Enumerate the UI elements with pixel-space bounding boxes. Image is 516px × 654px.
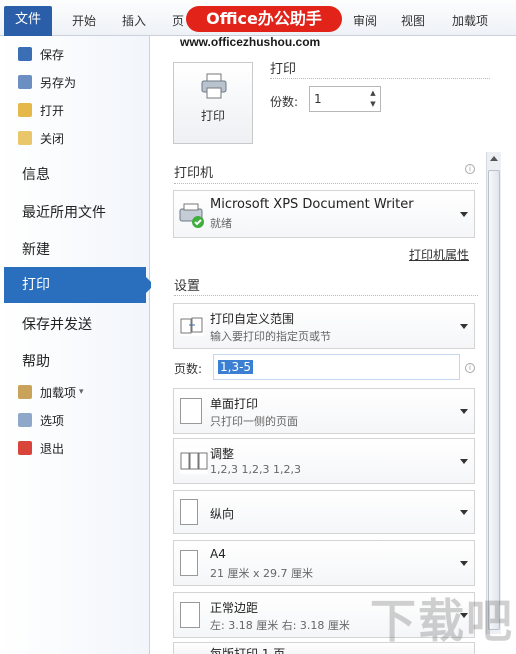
settings-section-title: 设置 <box>174 279 201 294</box>
sidebar-item-label: 另存为 <box>40 75 77 90</box>
sidebar-item-print[interactable]: 打印 <box>4 267 154 303</box>
save-as-icon <box>18 75 32 89</box>
collate-subtitle: 1,2,3 1,2,3 1,2,3 <box>210 463 301 476</box>
margins-title: 正常边距 <box>210 601 259 615</box>
paper-size-icon <box>180 550 198 576</box>
backstage-sidebar: 保存 另存为 打开 关闭 信息 最近所用文件 新建 保存并发送 帮助 加载项 ▾… <box>0 36 150 654</box>
spin-down-icon[interactable]: ▼ <box>368 99 378 109</box>
sidebar-item-info[interactable]: 信息 <box>22 164 50 184</box>
custom-range-icon <box>180 316 204 336</box>
sides-title: 单面打印 <box>210 397 259 411</box>
pages-value: 1,3-5 <box>218 360 254 374</box>
sidebar-item-save-as[interactable]: 另存为 <box>18 72 76 92</box>
brand-badge: Office办公助手 <box>186 6 342 32</box>
collate-title: 调整 <box>210 447 235 461</box>
chevron-down-icon <box>460 561 468 566</box>
orientation-title: 纵向 <box>210 507 235 521</box>
chevron-down-icon <box>460 212 468 217</box>
print-range-title: 打印自定义范围 <box>210 312 295 326</box>
tab-view[interactable]: 视图 <box>401 12 425 29</box>
print-button-label: 打印 <box>200 109 225 123</box>
paper-size-subtitle: 21 厘米 x 29.7 厘米 <box>210 567 313 580</box>
print-section-title: 打印 <box>270 62 297 77</box>
sidebar-item-close[interactable]: 关闭 <box>18 128 64 148</box>
printer-dropdown[interactable]: Microsoft XPS Document Writer 就绪 <box>173 190 475 238</box>
sidebar-item-open[interactable]: 打开 <box>18 100 64 120</box>
sidebar-item-label: 打开 <box>40 103 65 118</box>
print-range-subtitle: 输入要打印的指定页或节 <box>210 330 331 343</box>
scroll-thumb[interactable] <box>488 170 500 630</box>
chevron-down-icon <box>460 409 468 414</box>
sidebar-item-save-send[interactable]: 保存并发送 <box>22 314 92 334</box>
copies-label: 份数: <box>270 95 299 109</box>
divider <box>174 295 478 296</box>
divider <box>270 78 490 79</box>
brand-url: www.officezhushou.com <box>180 35 321 49</box>
sidebar-item-options[interactable]: 选项 <box>18 410 64 430</box>
margins-subtitle: 左: 3.18 厘米 右: 3.18 厘米 <box>210 619 350 632</box>
tab-addins[interactable]: 加载项 <box>452 12 488 29</box>
vertical-scrollbar[interactable] <box>486 152 501 634</box>
tab-file[interactable]: 文件 <box>4 6 52 36</box>
printer-icon <box>201 73 227 99</box>
scroll-up-icon[interactable] <box>490 156 498 161</box>
margins-icon <box>180 602 200 628</box>
exit-icon <box>18 441 32 455</box>
sidebar-item-addins[interactable]: 加载项 ▾ <box>18 382 84 402</box>
printer-name: Microsoft XPS Document Writer <box>210 197 414 212</box>
copies-stepper[interactable]: 1 ▲ ▼ <box>309 86 381 112</box>
sidebar-item-label: 保存 <box>40 47 65 62</box>
orientation-dropdown[interactable]: 纵向 <box>173 490 475 534</box>
portrait-icon <box>180 499 198 525</box>
sidebar-item-new[interactable]: 新建 <box>22 239 50 259</box>
collate-dropdown[interactable]: 调整 1,2,3 1,2,3 1,2,3 <box>173 438 475 484</box>
info-icon[interactable]: i <box>465 164 475 174</box>
tab-page[interactable]: 页 <box>172 12 184 29</box>
paper-size-title: A4 <box>210 547 226 561</box>
print-button[interactable]: 打印 <box>173 62 253 144</box>
sidebar-item-recent[interactable]: 最近所用文件 <box>22 202 106 222</box>
chevron-down-icon <box>460 459 468 464</box>
pages-input[interactable]: 1,3-5 <box>213 354 460 380</box>
close-folder-icon <box>18 131 32 145</box>
tab-review[interactable]: 审阅 <box>353 12 377 29</box>
tab-home[interactable]: 开始 <box>72 12 96 29</box>
ribbon: 文件 开始 插入 页 审阅 视图 加载项 Office办公助手 <box>0 0 516 36</box>
tab-insert[interactable]: 插入 <box>122 12 146 29</box>
chevron-down-icon: ▾ <box>79 387 84 397</box>
one-sided-icon <box>180 398 202 424</box>
pages-label: 页数: <box>174 362 203 376</box>
copies-value: 1 <box>314 92 322 106</box>
info-icon[interactable]: i <box>465 363 475 373</box>
paper-size-dropdown[interactable]: A4 21 厘米 x 29.7 厘米 <box>173 540 475 586</box>
chevron-down-icon <box>460 510 468 515</box>
sides-subtitle: 只打印一侧的页面 <box>210 415 298 428</box>
save-icon <box>18 47 32 61</box>
divider <box>174 183 478 184</box>
spin-up-icon[interactable]: ▲ <box>368 88 378 98</box>
sidebar-item-help[interactable]: 帮助 <box>22 351 50 371</box>
sidebar-item-exit[interactable]: 退出 <box>18 438 64 458</box>
collate-icon <box>180 448 208 474</box>
pages-per-sheet-title: 每版打印 1 页 <box>210 647 286 654</box>
sidebar-item-label: 退出 <box>40 441 65 456</box>
sidebar-item-save[interactable]: 保存 <box>18 44 64 64</box>
printer-status: 就绪 <box>210 217 232 230</box>
options-icon <box>18 413 32 427</box>
printer-ready-icon <box>179 203 204 228</box>
sides-dropdown[interactable]: 单面打印 只打印一侧的页面 <box>173 388 475 434</box>
printer-properties-link[interactable]: 打印机属性 <box>409 246 469 263</box>
open-folder-icon <box>18 103 32 117</box>
sidebar-item-label: 加载项 <box>40 385 77 400</box>
watermark: 下载吧 <box>370 594 514 648</box>
addins-icon <box>18 385 32 399</box>
print-range-dropdown[interactable]: 打印自定义范围 输入要打印的指定页或节 <box>173 303 475 349</box>
sidebar-item-label: 选项 <box>40 413 65 428</box>
sidebar-item-label: 关闭 <box>40 131 65 146</box>
printer-section-title: 打印机 <box>174 166 214 181</box>
chevron-down-icon <box>460 324 468 329</box>
